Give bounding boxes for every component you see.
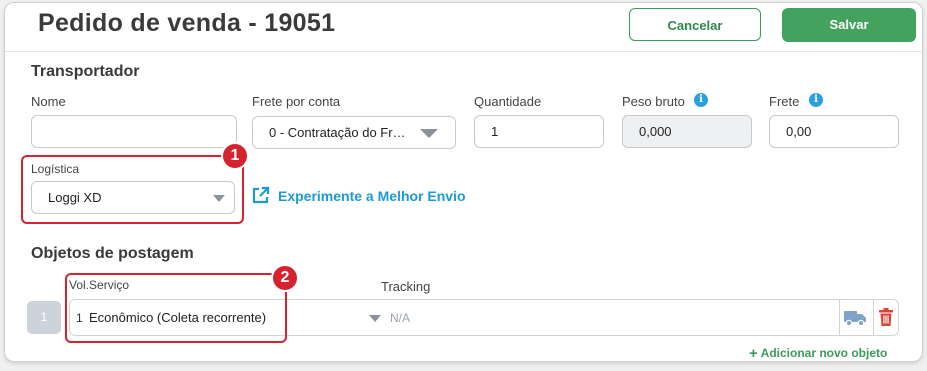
nome-label: Nome — [31, 94, 66, 109]
cancel-button[interactable]: Cancelar — [629, 8, 761, 41]
truck-icon[interactable] — [843, 308, 867, 327]
highlight-box-2 — [65, 273, 287, 343]
frete-por-conta-label: Frete por conta — [252, 94, 341, 109]
tracking-input[interactable]: N/A — [390, 311, 410, 325]
caret-down-icon[interactable] — [369, 315, 381, 322]
info-icon[interactable]: i — [694, 93, 708, 107]
logistica-value: Loggi XD — [48, 190, 102, 205]
frete-por-conta-value: 0 - Contratação do Fr… — [269, 125, 406, 140]
header-bar: Pedido de venda - 19051 Cancelar Salvar — [5, 3, 922, 52]
frete-input[interactable]: 0,00 — [769, 115, 899, 148]
nome-input[interactable] — [31, 115, 237, 148]
section-title-objetos: Objetos de postagem — [31, 245, 194, 262]
frete-label: Frete — [769, 94, 800, 109]
page-title: Pedido de venda - 19051 — [38, 9, 336, 37]
trash-icon[interactable] — [878, 308, 894, 327]
section-title-transportador: Transportador — [31, 63, 140, 80]
peso-bruto-input: 0,000 — [622, 115, 752, 148]
sales-order-card: Pedido de venda - 19051 Cancelar Salvar … — [4, 2, 923, 362]
callout-badge-2: 2 — [271, 264, 299, 292]
add-object-button[interactable]: + Adicionar novo objeto — [749, 344, 887, 361]
quantidade-input[interactable]: 1 — [474, 115, 604, 148]
peso-bruto-label: Peso bruto — [622, 94, 685, 109]
melhor-envio-link[interactable]: Experimente a Melhor Envio — [278, 188, 466, 204]
caret-down-icon[interactable] — [213, 195, 225, 202]
logistica-label: Logística — [31, 162, 80, 176]
row-index: 1 — [27, 301, 61, 334]
divider — [873, 300, 874, 335]
add-object-label: Adicionar novo objeto — [760, 346, 888, 360]
col-tracking-label: Tracking — [381, 279, 431, 294]
quantidade-label: Quantidade — [474, 94, 542, 109]
external-link-icon[interactable] — [251, 186, 270, 205]
plus-icon: + — [749, 345, 758, 362]
caret-down-icon[interactable] — [420, 129, 438, 138]
callout-badge-1: 1 — [221, 142, 249, 170]
info-icon[interactable]: i — [809, 93, 823, 107]
divider — [839, 300, 840, 335]
save-button[interactable]: Salvar — [782, 8, 916, 42]
logistica-select[interactable]: Loggi XD — [31, 181, 235, 214]
